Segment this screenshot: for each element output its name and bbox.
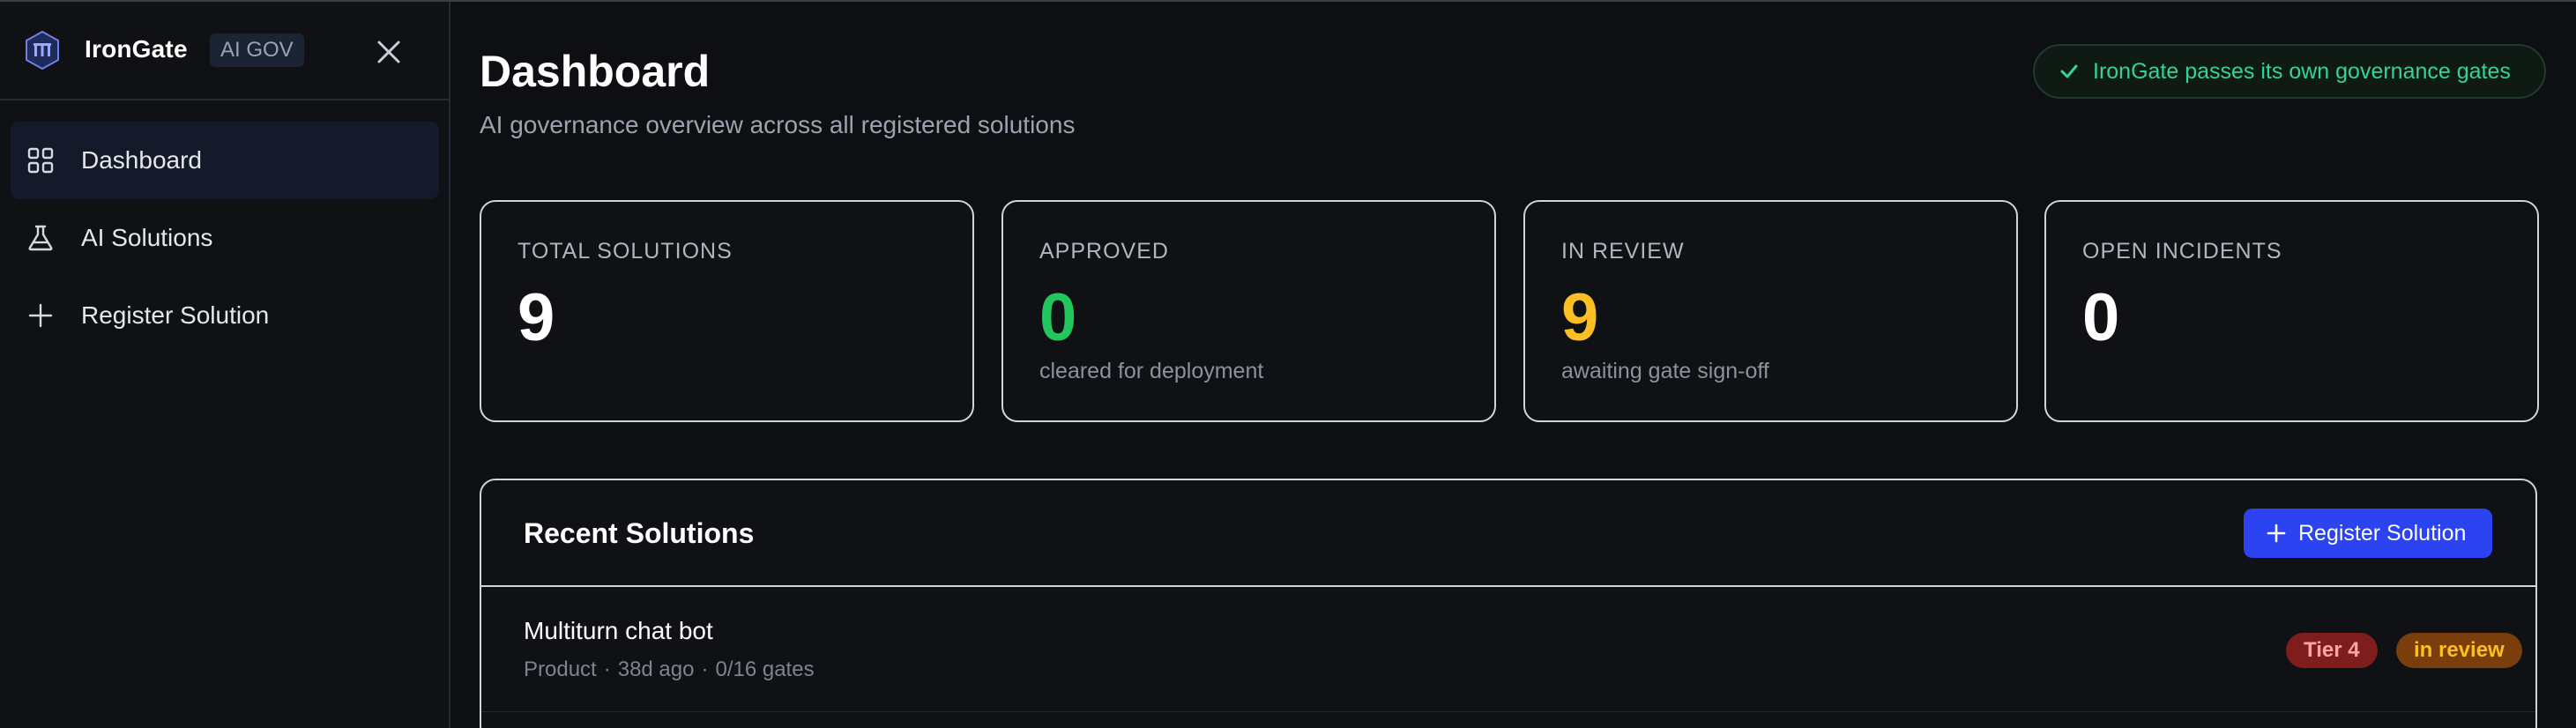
flask-icon	[28, 225, 53, 251]
meta-separator: ·	[701, 657, 709, 681]
stat-note: awaiting gate sign-off	[1561, 359, 1769, 383]
page-subtitle: AI governance overview across all regist…	[480, 111, 1076, 138]
stat-value: 0	[1039, 280, 1077, 355]
stat-label: IN REVIEW	[1561, 239, 1685, 264]
page-title: Dashboard	[480, 47, 711, 96]
stat-note: cleared for deployment	[1039, 359, 1264, 383]
main-content: Dashboard AI governance overview across …	[450, 2, 2576, 728]
stat-card-approved: APPROVED 0 cleared for deployment	[1001, 200, 1496, 422]
stat-card-open-incidents: OPEN INCIDENTS 0	[2044, 200, 2539, 422]
stat-value: 0	[2082, 280, 2120, 355]
recent-solutions-title: Recent Solutions	[524, 517, 755, 549]
close-icon[interactable]	[374, 37, 404, 67]
check-icon	[2060, 64, 2078, 78]
stat-label: OPEN INCIDENTS	[2082, 239, 2282, 264]
stat-value: 9	[517, 280, 555, 355]
register-solution-label: Register Solution	[2298, 521, 2467, 546]
recent-solutions-header: Recent Solutions Register Solution	[481, 480, 2535, 587]
grid-icon	[27, 147, 54, 174]
stat-card-in-review: IN REVIEW 9 awaiting gate sign-off	[1523, 200, 2018, 422]
solution-category: Product	[524, 657, 597, 681]
stat-label: TOTAL SOLUTIONS	[517, 239, 733, 264]
stat-value: 9	[1561, 280, 1599, 355]
irongate-logo-icon	[26, 30, 59, 71]
solution-meta: Product · 38d ago · 0/16 gates	[524, 657, 815, 682]
recent-solutions-panel: Recent Solutions Register Solution Multi…	[480, 479, 2537, 728]
sidebar-item-label: AI Solutions	[81, 224, 213, 251]
solution-gates: 0/16 gates	[715, 657, 815, 681]
table-row[interactable]: Multiturn chat bot Product · 38d ago · 0/16 …	[481, 589, 2535, 712]
sidebar-item-register-solution[interactable]: Register Solution	[11, 277, 439, 354]
governance-status-badge: IronGate passes its own governance gates	[2033, 44, 2546, 99]
solution-name: Multiturn chat bot	[524, 617, 713, 644]
tier-badge: Tier 4	[2286, 633, 2378, 668]
plus-icon	[2267, 524, 2286, 543]
status-badge: in review	[2396, 633, 2522, 668]
solution-age: 38d ago	[617, 657, 695, 681]
sidebar-item-label: Dashboard	[81, 146, 202, 174]
brand-tag-badge: AI GOV	[210, 33, 304, 67]
sidebar-nav: Dashboard AI Solutions Register Solution	[11, 122, 439, 354]
stat-label: APPROVED	[1039, 239, 1169, 264]
meta-separator: ·	[603, 657, 611, 681]
sidebar-item-label: Register Solution	[81, 301, 270, 329]
register-solution-button[interactable]: Register Solution	[2244, 509, 2492, 558]
governance-status-text: IronGate passes its own governance gates	[2093, 59, 2511, 84]
app-window: IronGate AI GOV Dashboard AI Solutions R…	[0, 0, 2576, 728]
sidebar-header: IronGate AI GOV	[0, 2, 449, 100]
sidebar-item-dashboard[interactable]: Dashboard	[11, 122, 439, 199]
sidebar: IronGate AI GOV Dashboard AI Solutions R…	[0, 2, 450, 728]
stat-card-total-solutions: TOTAL SOLUTIONS 9	[480, 200, 974, 422]
sidebar-item-ai-solutions[interactable]: AI Solutions	[11, 199, 439, 277]
plus-icon	[28, 303, 53, 328]
brand-name: IronGate	[85, 35, 188, 63]
